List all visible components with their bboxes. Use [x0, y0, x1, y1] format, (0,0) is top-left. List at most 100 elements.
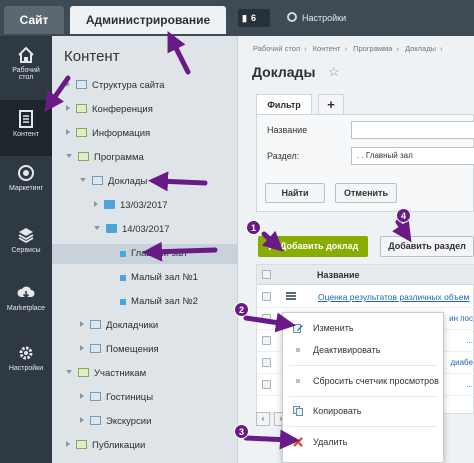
sidebar-item-marketplace[interactable]: Marketplace [0, 284, 52, 324]
row-checkbox[interactable] [262, 380, 271, 389]
tree-item[interactable]: Экскурсии [80, 412, 151, 432]
table-row[interactable]: Оценка результатов различных объем [257, 286, 474, 308]
tree-item[interactable]: Структура сайта [66, 76, 165, 96]
content-tree-panel: Контент Структура сайта Конференция Инфо… [52, 36, 238, 463]
infoblock-icon [76, 128, 87, 137]
expand-arrow-icon[interactable] [66, 105, 70, 111]
tab-filter[interactable]: Фильтр [256, 94, 312, 114]
add-report-button[interactable]: + Добавить доклад [258, 236, 368, 257]
tree-item-label: Публикации [92, 440, 146, 451]
row-title-fragment[interactable]: диабе [450, 352, 473, 373]
row-title-fragment[interactable]: ... [466, 330, 473, 351]
tree-item[interactable]: Программа [66, 148, 144, 168]
sidebar-item-desktop[interactable]: Рабочий стол [0, 46, 52, 96]
tab-administration[interactable]: Администрирование [70, 6, 226, 34]
annotation-badge-3: 3 [234, 424, 249, 439]
collapse-arrow-icon[interactable] [66, 370, 72, 374]
pager-prev-button[interactable]: ‹ [256, 412, 270, 426]
row-title-fragment[interactable]: ин пос [449, 308, 473, 329]
menu-item-label: Копировать [313, 406, 362, 416]
filter-section-select[interactable]: . . Главный зал [351, 147, 474, 165]
tree-item[interactable]: Гостиницы [80, 388, 153, 408]
menu-item-reset-views[interactable]: Сбросить счетчик просмотров [283, 370, 443, 392]
row-checkbox[interactable] [262, 336, 271, 345]
bullet-folder-icon [120, 299, 126, 305]
expand-arrow-icon[interactable] [80, 321, 84, 327]
bullet-folder-icon [120, 251, 126, 257]
add-section-button[interactable]: Добавить раздел [380, 236, 474, 257]
expand-arrow-icon[interactable] [66, 441, 70, 447]
column-name-header[interactable]: Название [317, 265, 359, 285]
menu-item-edit[interactable]: Изменить [283, 317, 443, 339]
layers-icon [18, 228, 34, 244]
tree-item[interactable]: Докладчики [80, 316, 158, 336]
home-icon [18, 46, 34, 63]
menu-item-delete[interactable]: Удалить [283, 431, 443, 453]
breadcrumb-separator: › [396, 44, 399, 53]
menu-item-copy[interactable]: Копировать [283, 400, 443, 422]
expand-arrow-icon[interactable] [80, 417, 84, 423]
tree-item[interactable]: 13/03/2017 [94, 196, 168, 216]
row-checkbox[interactable] [262, 292, 271, 301]
expand-arrow-icon[interactable] [66, 129, 70, 135]
breadcrumb-link[interactable]: Доклады [405, 44, 436, 53]
find-button[interactable]: Найти [265, 183, 325, 203]
expand-arrow-icon[interactable] [80, 345, 84, 351]
collapse-arrow-icon[interactable] [94, 226, 100, 230]
collapse-arrow-icon[interactable] [80, 178, 86, 182]
menu-item-deactivate[interactable]: Деактивировать [283, 339, 443, 361]
notifications-count: 6 [250, 13, 256, 23]
sidebar-item-label: Рабочий [12, 67, 40, 74]
filter-name-input[interactable] [351, 121, 474, 139]
expand-arrow-icon[interactable] [94, 201, 98, 207]
sidebar-item-services[interactable]: Сервисы [0, 226, 52, 266]
tree-item[interactable]: Малый зал №1 [118, 268, 198, 288]
annotation-badge-1: 1 [246, 220, 261, 235]
tree-item[interactable]: Информация [66, 124, 150, 144]
tree-item[interactable]: Публикации [66, 436, 145, 456]
breadcrumb: Рабочий стол › Контент › Программа › Доклад… [253, 44, 446, 53]
breadcrumb-link[interactable]: Программа [353, 44, 392, 53]
bullet-icon [296, 379, 300, 383]
annotation-badge-4: 4 [396, 208, 411, 223]
cancel-button[interactable]: Отменить [335, 183, 397, 203]
tree-item[interactable]: Конференция [66, 100, 153, 120]
tree-item-label: Помещения [106, 344, 159, 355]
expand-arrow-icon[interactable] [80, 393, 84, 399]
tree-item-label: Главный зал [131, 248, 187, 259]
sidebar-item-settings[interactable]: Настройки [0, 344, 52, 384]
infoblock-icon [78, 368, 89, 377]
tree-item[interactable]: 14/03/2017 [94, 220, 170, 240]
tree-item[interactable]: Помещения [80, 340, 159, 360]
row-checkbox[interactable] [262, 358, 271, 367]
settings-link[interactable]: Настройки [287, 10, 346, 26]
select-all-checkbox[interactable] [262, 270, 271, 279]
tree-item-main-hall[interactable]: Главный зал [52, 244, 237, 264]
expand-arrow-icon[interactable] [66, 81, 70, 87]
row-title-link[interactable]: Оценка результатов различных объем [318, 286, 469, 307]
favorite-star-icon[interactable]: ☆ [328, 64, 340, 80]
bullet-folder-icon [120, 275, 126, 281]
sidebar-item-content[interactable]: Контент [0, 100, 52, 156]
row-title-fragment[interactable]: ... [466, 374, 473, 395]
sidebar-item-label: Настройки [8, 365, 44, 372]
row-checkbox[interactable] [262, 314, 271, 323]
tree-item[interactable]: Малый зал №2 [118, 292, 198, 312]
breadcrumb-link[interactable]: Рабочий стол [253, 44, 300, 53]
sidebar-item-label: Маркетинг [8, 185, 44, 192]
tree-item-label: Гостиницы [106, 392, 154, 403]
menu-item-label: Деактивировать [313, 345, 381, 355]
notifications-button[interactable]: ▮ 6 [238, 9, 270, 27]
tree-item-reports[interactable]: Доклады [80, 172, 147, 192]
tree-item-label: Доклады [108, 176, 148, 187]
row-menu-icon[interactable] [286, 292, 296, 300]
tab-site[interactable]: Сайт [4, 6, 64, 34]
sidebar-item-marketing[interactable]: Маркетинг [0, 164, 52, 204]
breadcrumb-link[interactable]: Контент [313, 44, 341, 53]
collapse-arrow-icon[interactable] [66, 154, 72, 158]
tree-item[interactable]: Участникам [66, 364, 146, 384]
add-filter-tab[interactable]: + [318, 94, 344, 114]
infoblock-icon [76, 104, 87, 113]
tree-item-label: Участникам [94, 368, 147, 379]
notifications-icon: ▮ [242, 13, 247, 23]
